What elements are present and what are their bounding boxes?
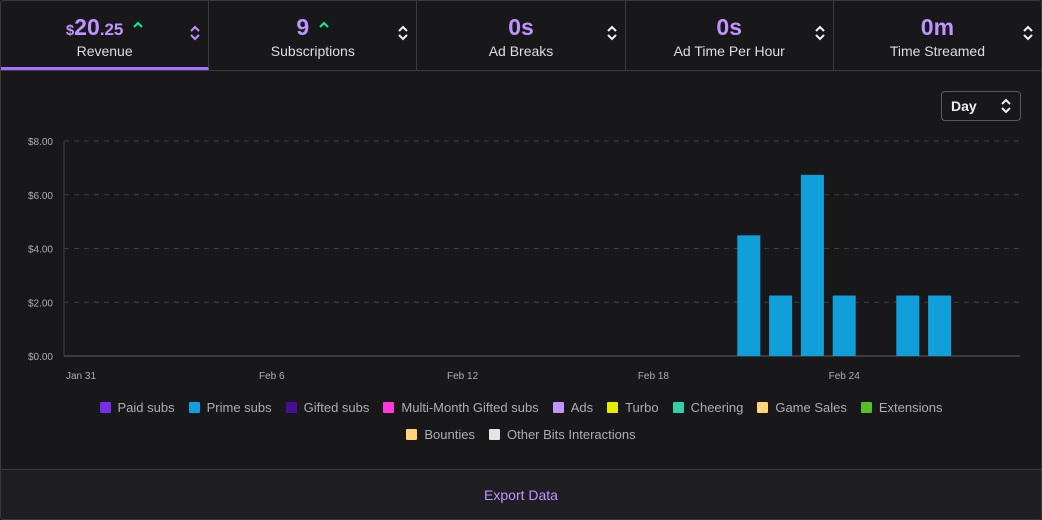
legend-label: Turbo bbox=[625, 400, 659, 415]
legend-label: Extensions bbox=[878, 400, 943, 415]
legend-swatch bbox=[383, 402, 395, 413]
tab-subscriptions[interactable]: 9 Subscriptions bbox=[209, 1, 418, 70]
tab-ad-breaks[interactable]: 0s Ad Breaks bbox=[417, 1, 626, 70]
revenue-cents: .25 bbox=[99, 20, 124, 39]
legend-label: Ads bbox=[570, 400, 594, 415]
y-tick-label: $6.00 bbox=[28, 191, 53, 202]
legend-item[interactable]: Extensions bbox=[860, 398, 943, 417]
revenue-label: Revenue bbox=[76, 43, 133, 59]
chart-area: Day $0.00 $2.00 $4.00 $6.00 $8.00 Jan 31 Feb 6… bbox=[1, 71, 1041, 471]
stat-tabs: $20.25 Revenue 9 Subscriptions 0s Ad Bre… bbox=[1, 1, 1041, 71]
footer: Export Data bbox=[1, 469, 1041, 519]
sort-icon[interactable] bbox=[190, 25, 200, 41]
time-streamed-label: Time Streamed bbox=[889, 43, 985, 59]
legend-swatch bbox=[757, 402, 769, 413]
legend-swatch bbox=[188, 402, 200, 413]
bar-prime-subs bbox=[832, 295, 856, 356]
legend-item[interactable]: Cheering bbox=[672, 398, 744, 417]
subscriptions-label: Subscriptions bbox=[270, 43, 355, 59]
sort-icon[interactable] bbox=[1023, 25, 1033, 41]
legend-label: Bounties bbox=[424, 427, 475, 442]
legend-label: Gifted subs bbox=[303, 400, 370, 415]
legend-swatch bbox=[285, 402, 297, 413]
legend-swatch bbox=[99, 402, 111, 413]
tab-ad-time-per-hour[interactable]: 0s Ad Time Per Hour bbox=[626, 1, 834, 70]
x-tick-label: Feb 18 bbox=[638, 371, 670, 382]
y-tick-label: $4.00 bbox=[28, 245, 53, 256]
bar-prime-subs bbox=[737, 235, 761, 356]
legend-swatch bbox=[552, 402, 564, 413]
legend-label: Cheering bbox=[690, 400, 744, 415]
x-tick-label: Jan 31 bbox=[66, 371, 96, 382]
legend-swatch bbox=[860, 402, 872, 413]
export-data-link[interactable]: Export Data bbox=[484, 487, 558, 503]
time-streamed-value: 0m bbox=[920, 14, 955, 40]
legend-item[interactable]: Game Sales bbox=[757, 398, 847, 417]
sort-icon[interactable] bbox=[815, 25, 825, 41]
ad-breaks-label: Ad Breaks bbox=[488, 43, 554, 59]
ad-time-label: Ad Time Per Hour bbox=[673, 43, 785, 59]
bar-prime-subs bbox=[928, 295, 952, 356]
tab-revenue[interactable]: $20.25 Revenue bbox=[1, 1, 210, 70]
legend-label: Game Sales bbox=[775, 400, 847, 415]
y-tick-label: $2.00 bbox=[28, 298, 53, 309]
x-tick-label: Feb 6 bbox=[259, 371, 285, 382]
subscriptions-value: 9 bbox=[296, 14, 310, 40]
ad-breaks-value: 0s bbox=[508, 14, 534, 40]
revenue-chart: $0.00 $2.00 $4.00 $6.00 $8.00 Jan 31 Feb 6 Feb … bbox=[28, 137, 1020, 382]
tab-time-streamed[interactable]: 0m Time Streamed bbox=[834, 1, 1041, 70]
bar-prime-subs bbox=[769, 295, 793, 356]
y-tick-label: $8.00 bbox=[28, 137, 53, 148]
legend-item[interactable]: Prime subs bbox=[188, 398, 272, 417]
y-tick-label: $0.00 bbox=[28, 352, 53, 363]
x-tick-label: Feb 12 bbox=[447, 371, 479, 382]
legend-label: Paid subs bbox=[117, 400, 175, 415]
legend-swatch bbox=[672, 402, 684, 413]
legend-item[interactable]: Paid subs bbox=[99, 398, 175, 417]
x-tick-label: Feb 24 bbox=[829, 371, 861, 382]
ad-time-value: 0s bbox=[716, 14, 742, 40]
bar-prime-subs bbox=[800, 174, 824, 356]
legend-label: Multi-Month Gifted subs bbox=[401, 400, 539, 415]
trend-up-icon bbox=[319, 21, 329, 28]
legend-item[interactable]: Multi-Month Gifted subs bbox=[383, 398, 539, 417]
legend-item[interactable]: Bounties bbox=[406, 425, 475, 444]
legend-item[interactable]: Other Bits Interactions bbox=[488, 425, 636, 444]
legend-swatch bbox=[488, 429, 500, 440]
sort-icon[interactable] bbox=[398, 25, 409, 41]
legend-swatch bbox=[406, 429, 418, 440]
bar-prime-subs bbox=[896, 295, 920, 356]
legend-label: Other Bits Interactions bbox=[506, 427, 636, 442]
chart-legend: Paid subs Prime subs Gifted subs Multi-Mont… bbox=[61, 398, 981, 444]
legend-label: Prime subs bbox=[206, 400, 272, 415]
legend-item[interactable]: Turbo bbox=[607, 398, 659, 417]
revenue-analytics-panel: $20.25 Revenue 9 Subscriptions 0s Ad Bre… bbox=[0, 0, 1042, 520]
legend-item[interactable]: Gifted subs bbox=[285, 398, 370, 417]
revenue-value: 20 bbox=[74, 14, 100, 40]
sort-icon[interactable] bbox=[606, 25, 617, 41]
revenue-currency: $ bbox=[65, 22, 75, 39]
trend-up-icon bbox=[133, 21, 144, 28]
legend-swatch bbox=[607, 402, 619, 413]
legend-item[interactable]: Ads bbox=[552, 398, 594, 417]
